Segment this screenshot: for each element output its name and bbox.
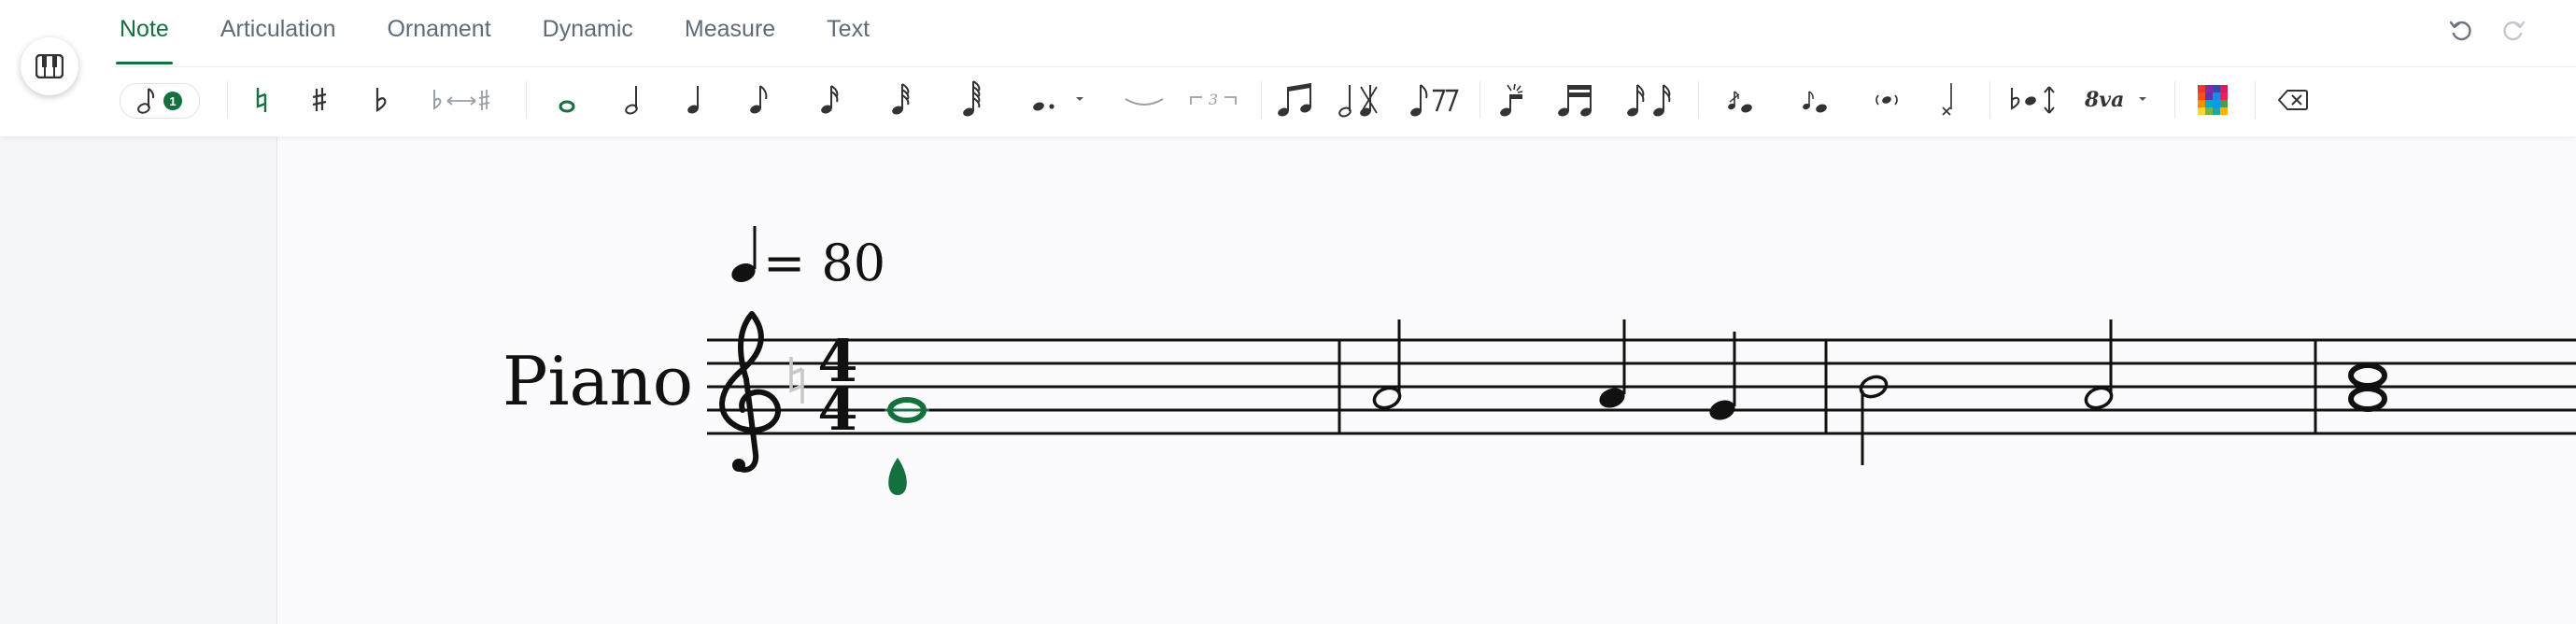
toolbar-separator [1989,81,1990,119]
quarter-note-button[interactable] [684,83,706,117]
sixteenth-note-button[interactable] [818,83,841,117]
note-half[interactable] [1371,319,1402,411]
cross-note-icon [1942,83,1952,116]
redo-icon [2503,21,2526,41]
staff-lines [707,338,2576,435]
eighth-note-icon [750,85,768,114]
ottava-label: 8va [2084,88,2124,112]
toolbar-separator [2255,81,2256,119]
note-quarter[interactable] [1706,332,1737,423]
enharmonic-swap-button[interactable] [432,83,491,117]
beam-split-icon [1627,84,1671,117]
beam-break-button[interactable] [1338,83,1380,118]
editor-toolbar: Note Articulation Ornament Dynamic Measu… [0,0,2576,136]
thirty-second-note-button[interactable] [889,83,912,117]
tempo-note-icon [731,226,757,282]
appoggiatura-icon [1803,91,1827,113]
delete-button[interactable] [2275,83,2311,117]
score-canvas[interactable]: Piano = 80 4 4 [277,136,2576,624]
undo-button[interactable] [2445,15,2477,47]
ottava-icon: 8va [2084,88,2146,112]
whole-note-icon [559,100,575,113]
grace-note-button[interactable] [1494,83,1532,117]
appoggiatura-button[interactable] [1799,83,1833,117]
tab-articulation[interactable]: Articulation [220,0,336,46]
tab-dynamic[interactable]: Dynamic [543,0,633,46]
beam-group-icon [1278,83,1311,117]
natural-button[interactable] [250,83,273,117]
quarter-note-icon [687,86,699,114]
flip-accidental-button[interactable] [2008,83,2060,117]
time-signature-bottom: 4 [817,376,857,444]
score-staff-svg: 4 4 [707,226,2576,495]
note-quarter[interactable] [1596,319,1627,411]
tuplet-label: 3 [1209,91,1218,108]
beam-group-button[interactable] [1276,83,1319,117]
app-window: Note Articulation Ornament Dynamic Measu… [0,0,2576,624]
beam-break-icon [1338,85,1378,118]
color-palette-icon [2198,85,2228,115]
sharp-button[interactable] [308,83,331,117]
input-cursor-drop-icon[interactable] [888,458,907,495]
left-panel [0,136,277,624]
sharp-icon [312,88,327,111]
grace-note-icon [1500,83,1523,117]
beam-join-icon [1558,85,1592,117]
eighth-note-button[interactable] [747,83,770,117]
toolbar-separator [1479,81,1480,119]
voice-note-icon [137,88,155,114]
treble-clef [719,311,782,473]
sixty-fourth-note-icon [963,80,981,117]
voice-select-button[interactable]: 1 [120,83,200,119]
toolbar-separator [526,81,527,119]
tab-text[interactable]: Text [827,0,870,46]
enharmonic-icon [433,90,490,110]
tab-ornament[interactable]: Ornament [387,0,490,46]
flip-accidental-icon [2011,86,2055,114]
note-tools-row: 1 3 8va [0,67,2576,133]
flat-icon [375,88,387,112]
half-note-icon [625,86,638,115]
tab-measure[interactable]: Measure [685,0,775,46]
sixty-fourth-note-button[interactable] [960,80,983,117]
time-signature: 4 4 [817,327,857,444]
ottava-button[interactable]: 8va [2081,83,2152,117]
toolbar-separator [1698,81,1699,119]
undo-icon [2449,21,2471,41]
toolbar-separator [2174,81,2175,119]
acciaccatura-button[interactable] [1724,83,1758,117]
note-whole-selected[interactable] [885,397,929,423]
category-tabs: Note Articulation Ornament Dynamic Measu… [116,0,921,64]
whole-note-button[interactable] [556,83,578,117]
half-note-button[interactable] [622,83,644,117]
rest-group-button[interactable] [1408,83,1463,117]
acciaccatura-icon [1728,91,1752,113]
toolbar-separator [227,81,228,119]
cross-note-button[interactable] [1935,83,1961,117]
tuplet-button[interactable]: 3 [1188,83,1238,117]
dotted-note-icon [1033,97,1083,111]
ghost-note-button[interactable] [1872,83,1902,117]
color-palette-button[interactable] [2197,83,2229,117]
tie-icon [1125,98,1164,106]
natural-icon [256,88,267,112]
sixteenth-note-icon [821,85,839,114]
voice-number-badge: 1 [163,92,182,110]
tuplet-icon: 3 [1190,91,1237,108]
tie-button[interactable] [1119,83,1169,117]
note-half[interactable] [2083,319,2114,411]
history-controls [2445,15,2529,47]
flat-button[interactable] [370,83,392,117]
beam-join-button[interactable] [1556,83,1599,117]
redo-button[interactable] [2498,15,2529,47]
thirty-second-note-icon [892,83,910,115]
toolbar-separator [1261,81,1262,119]
beam-split-button[interactable] [1625,83,1676,117]
dot-button[interactable] [1029,83,1089,117]
rest-group-icon [1410,84,1459,117]
backspace-icon [2278,90,2308,110]
tab-note[interactable]: Note [116,0,173,64]
ghost-note-icon [1875,94,1898,106]
